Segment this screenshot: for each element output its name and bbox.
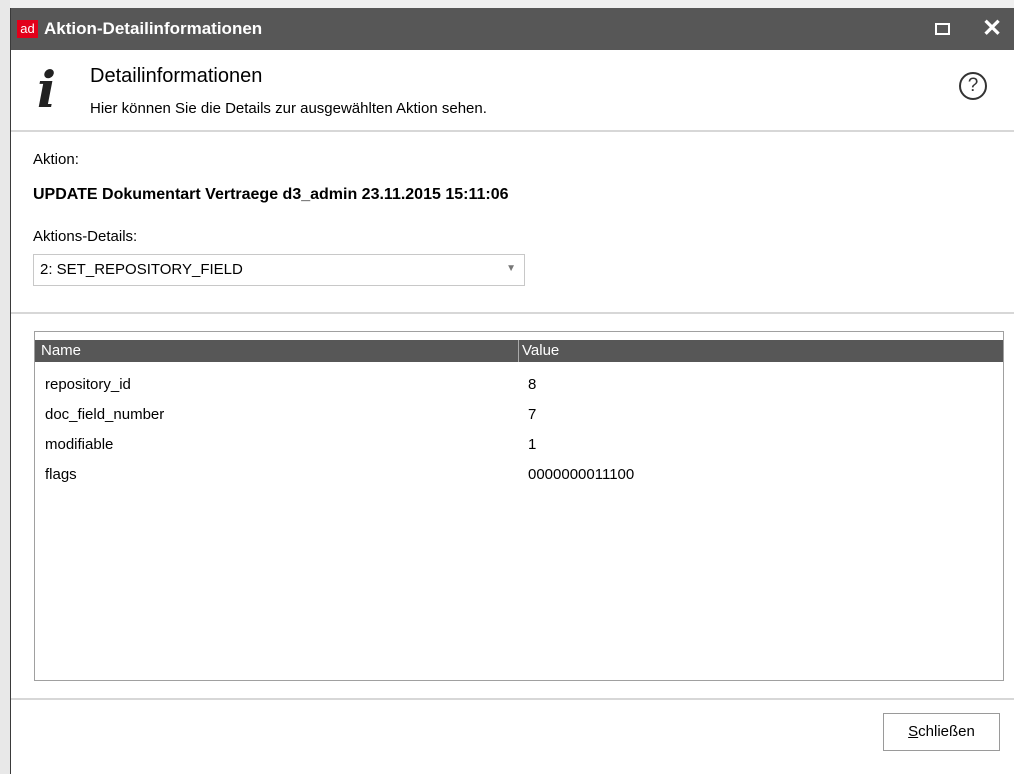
cell-name: modifiable — [45, 436, 114, 453]
cell-value: 1 — [528, 436, 537, 453]
dialog-window: ad Aktion-Detailinformationen ✕ i Detail… — [10, 8, 1014, 774]
table-row[interactable]: repository_id 8 — [35, 376, 1003, 406]
column-header-name[interactable]: Name — [41, 342, 81, 359]
app-logo: ad — [17, 20, 38, 38]
window-title: Aktion-Detailinformationen — [44, 19, 263, 38]
action-value: UPDATE Dokumentart Vertraege d3_admin 23… — [33, 186, 509, 203]
details-table[interactable]: Name Value repository_id 8 doc_field_num… — [34, 331, 1004, 681]
table-row[interactable]: flags 0000000011100 — [35, 466, 1003, 496]
close-button-mnemonic: S — [908, 723, 919, 740]
maximize-icon — [935, 23, 950, 35]
table-row[interactable]: modifiable 1 — [35, 436, 1003, 466]
cell-name: repository_id — [45, 376, 131, 393]
cell-value: 0000000011100 — [528, 466, 635, 483]
column-header-value[interactable]: Value — [522, 342, 559, 359]
action-label: Aktion: — [33, 151, 79, 168]
dialog-header: i Detailinformationen Hier können Sie di… — [11, 50, 1014, 132]
column-separator[interactable] — [518, 340, 519, 362]
divider — [11, 312, 1014, 314]
action-details-label: Aktions-Details: — [33, 228, 138, 245]
cell-name: doc_field_number — [45, 406, 165, 423]
help-icon[interactable]: ? — [959, 72, 987, 100]
cell-value: 8 — [528, 376, 537, 393]
title-bar[interactable]: ad Aktion-Detailinformationen ✕ — [11, 8, 1014, 50]
table-header: Name Value — [35, 340, 1003, 362]
close-button[interactable]: Schließen — [883, 713, 1000, 751]
chevron-down-icon: ▼ — [506, 263, 516, 274]
close-button-label: chließen — [918, 723, 975, 740]
maximize-button[interactable] — [931, 19, 953, 39]
action-details-dropdown[interactable]: 2: SET_REPOSITORY_FIELD ▼ — [33, 254, 525, 286]
header-title: Detailinformationen — [90, 65, 263, 87]
background-strip — [0, 0, 10, 774]
close-icon[interactable]: ✕ — [979, 16, 1005, 42]
cell-value: 7 — [528, 406, 537, 423]
cell-name: flags — [45, 466, 77, 483]
divider — [11, 698, 1014, 700]
dropdown-selected-value: 2: SET_REPOSITORY_FIELD — [40, 261, 243, 278]
info-icon: i — [37, 60, 56, 119]
header-subtitle: Hier können Sie die Details zur ausgewäh… — [90, 100, 487, 117]
table-row[interactable]: doc_field_number 7 — [35, 406, 1003, 436]
